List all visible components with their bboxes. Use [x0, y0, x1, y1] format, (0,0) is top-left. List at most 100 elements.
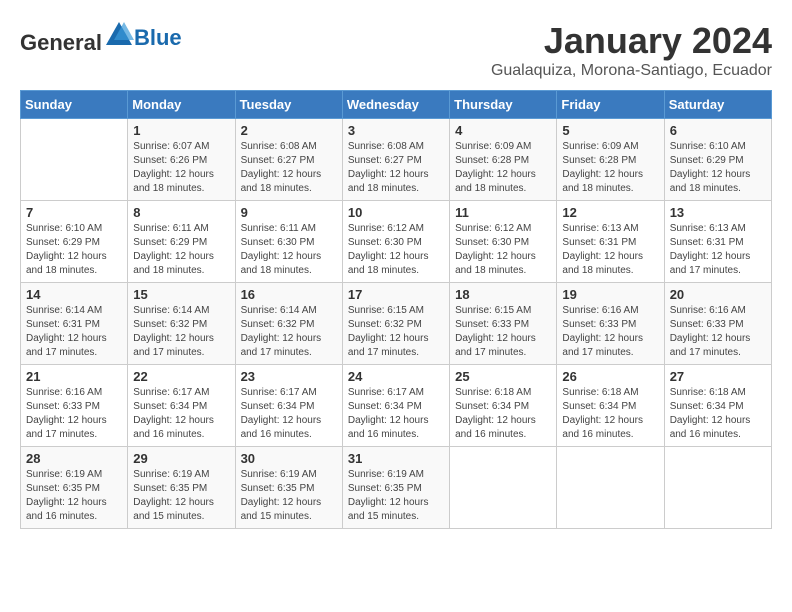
- calendar-cell: 23 Sunrise: 6:17 AMSunset: 6:34 PMDayligh…: [235, 365, 342, 447]
- day-info: Sunrise: 6:13 AMSunset: 6:31 PMDaylight:…: [562, 222, 658, 278]
- calendar-cell: [557, 447, 664, 529]
- weekday-header: Thursday: [450, 91, 557, 119]
- title-block: January 2024 Gualaquiza, Morona-Santiago…: [491, 20, 772, 80]
- calendar-cell: 9 Sunrise: 6:11 AMSunset: 6:30 PMDaylight…: [235, 201, 342, 283]
- day-info: Sunrise: 6:18 AMSunset: 6:34 PMDaylight:…: [562, 386, 658, 442]
- calendar-cell: 22 Sunrise: 6:17 AMSunset: 6:34 PMDayligh…: [128, 365, 235, 447]
- day-number: 21: [26, 369, 122, 384]
- day-number: 6: [670, 123, 766, 138]
- day-info: Sunrise: 6:08 AMSunset: 6:27 PMDaylight:…: [348, 140, 444, 196]
- calendar-cell: 17 Sunrise: 6:15 AMSunset: 6:32 PMDayligh…: [342, 283, 449, 365]
- calendar-cell: 12Sunrise: 6:13 AMSunset: 6:31 PMDayligh…: [557, 201, 664, 283]
- calendar-cell: 15 Sunrise: 6:14 AMSunset: 6:32 PMDayligh…: [128, 283, 235, 365]
- calendar-header-row: SundayMondayTuesdayWednesdayThursdayFrid…: [21, 91, 772, 119]
- day-number: 3: [348, 123, 444, 138]
- day-info: Sunrise: 6:18 AMSunset: 6:34 PMDaylight:…: [670, 386, 766, 442]
- weekday-header: Friday: [557, 91, 664, 119]
- day-info: Sunrise: 6:17 AMSunset: 6:34 PMDaylight:…: [348, 386, 444, 442]
- calendar-week-row: 1Sunrise: 6:07 AMSunset: 6:26 PMDaylight…: [21, 119, 772, 201]
- day-number: 28: [26, 451, 122, 466]
- day-number: 9: [241, 205, 337, 220]
- calendar-cell: 11 Sunrise: 6:12 AMSunset: 6:30 PMDayligh…: [450, 201, 557, 283]
- calendar-cell: 27 Sunrise: 6:18 AMSunset: 6:34 PMDayligh…: [664, 365, 771, 447]
- logo-icon: [104, 20, 134, 50]
- calendar-cell: 13Sunrise: 6:13 AMSunset: 6:31 PMDayligh…: [664, 201, 771, 283]
- day-info: Sunrise: 6:17 AMSunset: 6:34 PMDaylight:…: [133, 386, 229, 442]
- day-info: Sunrise: 6:15 AMSunset: 6:32 PMDaylight:…: [348, 304, 444, 360]
- weekday-header: Sunday: [21, 91, 128, 119]
- day-number: 23: [241, 369, 337, 384]
- calendar-week-row: 7Sunrise: 6:10 AMSunset: 6:29 PMDaylight…: [21, 201, 772, 283]
- day-info: Sunrise: 6:14 AMSunset: 6:32 PMDaylight:…: [133, 304, 229, 360]
- day-info: Sunrise: 6:19 AMSunset: 6:35 PMDaylight:…: [133, 468, 229, 524]
- logo: General Blue: [20, 20, 182, 56]
- day-info: Sunrise: 6:19 AMSunset: 6:35 PMDaylight:…: [26, 468, 122, 524]
- calendar-cell: 18 Sunrise: 6:15 AMSunset: 6:33 PMDayligh…: [450, 283, 557, 365]
- calendar-cell: 19 Sunrise: 6:16 AMSunset: 6:33 PMDayligh…: [557, 283, 664, 365]
- day-info: Sunrise: 6:13 AMSunset: 6:31 PMDaylight:…: [670, 222, 766, 278]
- calendar-cell: 4 Sunrise: 6:09 AMSunset: 6:28 PMDaylight…: [450, 119, 557, 201]
- day-info: Sunrise: 6:10 AMSunset: 6:29 PMDaylight:…: [26, 222, 122, 278]
- day-info: Sunrise: 6:16 AMSunset: 6:33 PMDaylight:…: [26, 386, 122, 442]
- day-number: 17: [348, 287, 444, 302]
- day-number: 18: [455, 287, 551, 302]
- calendar-table: SundayMondayTuesdayWednesdayThursdayFrid…: [20, 90, 772, 529]
- calendar-week-row: 14 Sunrise: 6:14 AMSunset: 6:31 PMDayligh…: [21, 283, 772, 365]
- day-number: 14: [26, 287, 122, 302]
- weekday-header: Wednesday: [342, 91, 449, 119]
- day-info: Sunrise: 6:12 AMSunset: 6:30 PMDaylight:…: [455, 222, 551, 278]
- day-info: Sunrise: 6:09 AMSunset: 6:28 PMDaylight:…: [562, 140, 658, 196]
- page-header: General Blue January 2024 Gualaquiza, Mo…: [20, 20, 772, 80]
- calendar-cell: 10 Sunrise: 6:12 AMSunset: 6:30 PMDayligh…: [342, 201, 449, 283]
- calendar-week-row: 21 Sunrise: 6:16 AMSunset: 6:33 PMDayligh…: [21, 365, 772, 447]
- calendar-cell: 30 Sunrise: 6:19 AMSunset: 6:35 PMDayligh…: [235, 447, 342, 529]
- day-number: 30: [241, 451, 337, 466]
- calendar-cell: 20 Sunrise: 6:16 AMSunset: 6:33 PMDayligh…: [664, 283, 771, 365]
- day-number: 2: [241, 123, 337, 138]
- calendar-cell: 28 Sunrise: 6:19 AMSunset: 6:35 PMDayligh…: [21, 447, 128, 529]
- day-number: 10: [348, 205, 444, 220]
- calendar-cell: [664, 447, 771, 529]
- day-info: Sunrise: 6:15 AMSunset: 6:33 PMDaylight:…: [455, 304, 551, 360]
- day-info: Sunrise: 6:14 AMSunset: 6:31 PMDaylight:…: [26, 304, 122, 360]
- day-number: 29: [133, 451, 229, 466]
- calendar-cell: 6 Sunrise: 6:10 AMSunset: 6:29 PMDaylight…: [664, 119, 771, 201]
- day-number: 31: [348, 451, 444, 466]
- day-info: Sunrise: 6:16 AMSunset: 6:33 PMDaylight:…: [670, 304, 766, 360]
- day-number: 4: [455, 123, 551, 138]
- calendar-cell: 21 Sunrise: 6:16 AMSunset: 6:33 PMDayligh…: [21, 365, 128, 447]
- day-info: Sunrise: 6:19 AMSunset: 6:35 PMDaylight:…: [241, 468, 337, 524]
- weekday-header: Saturday: [664, 91, 771, 119]
- day-info: Sunrise: 6:10 AMSunset: 6:29 PMDaylight:…: [670, 140, 766, 196]
- day-number: 27: [670, 369, 766, 384]
- day-number: 11: [455, 205, 551, 220]
- location-title: Gualaquiza, Morona-Santiago, Ecuador: [491, 62, 772, 80]
- day-info: Sunrise: 6:12 AMSunset: 6:30 PMDaylight:…: [348, 222, 444, 278]
- calendar-cell: 3 Sunrise: 6:08 AMSunset: 6:27 PMDaylight…: [342, 119, 449, 201]
- day-info: Sunrise: 6:11 AMSunset: 6:30 PMDaylight:…: [241, 222, 337, 278]
- day-number: 25: [455, 369, 551, 384]
- day-info: Sunrise: 6:17 AMSunset: 6:34 PMDaylight:…: [241, 386, 337, 442]
- day-number: 20: [670, 287, 766, 302]
- calendar-cell: 1Sunrise: 6:07 AMSunset: 6:26 PMDaylight…: [128, 119, 235, 201]
- day-info: Sunrise: 6:16 AMSunset: 6:33 PMDaylight:…: [562, 304, 658, 360]
- calendar-cell: 31 Sunrise: 6:19 AMSunset: 6:35 PMDayligh…: [342, 447, 449, 529]
- day-info: Sunrise: 6:07 AMSunset: 6:26 PMDaylight:…: [133, 140, 229, 196]
- day-info: Sunrise: 6:08 AMSunset: 6:27 PMDaylight:…: [241, 140, 337, 196]
- day-info: Sunrise: 6:19 AMSunset: 6:35 PMDaylight:…: [348, 468, 444, 524]
- day-number: 15: [133, 287, 229, 302]
- day-number: 22: [133, 369, 229, 384]
- logo-blue: Blue: [134, 25, 182, 51]
- day-info: Sunrise: 6:09 AMSunset: 6:28 PMDaylight:…: [455, 140, 551, 196]
- calendar-cell: 26Sunrise: 6:18 AMSunset: 6:34 PMDayligh…: [557, 365, 664, 447]
- calendar-cell: 8Sunrise: 6:11 AMSunset: 6:29 PMDaylight…: [128, 201, 235, 283]
- day-info: Sunrise: 6:11 AMSunset: 6:29 PMDaylight:…: [133, 222, 229, 278]
- calendar-cell: 2 Sunrise: 6:08 AMSunset: 6:27 PMDaylight…: [235, 119, 342, 201]
- calendar-cell: [21, 119, 128, 201]
- calendar-body: 1Sunrise: 6:07 AMSunset: 6:26 PMDaylight…: [21, 119, 772, 529]
- month-title: January 2024: [491, 20, 772, 62]
- calendar-cell: 5Sunrise: 6:09 AMSunset: 6:28 PMDaylight…: [557, 119, 664, 201]
- day-number: 19: [562, 287, 658, 302]
- weekday-header: Tuesday: [235, 91, 342, 119]
- calendar-cell: 16Sunrise: 6:14 AMSunset: 6:32 PMDayligh…: [235, 283, 342, 365]
